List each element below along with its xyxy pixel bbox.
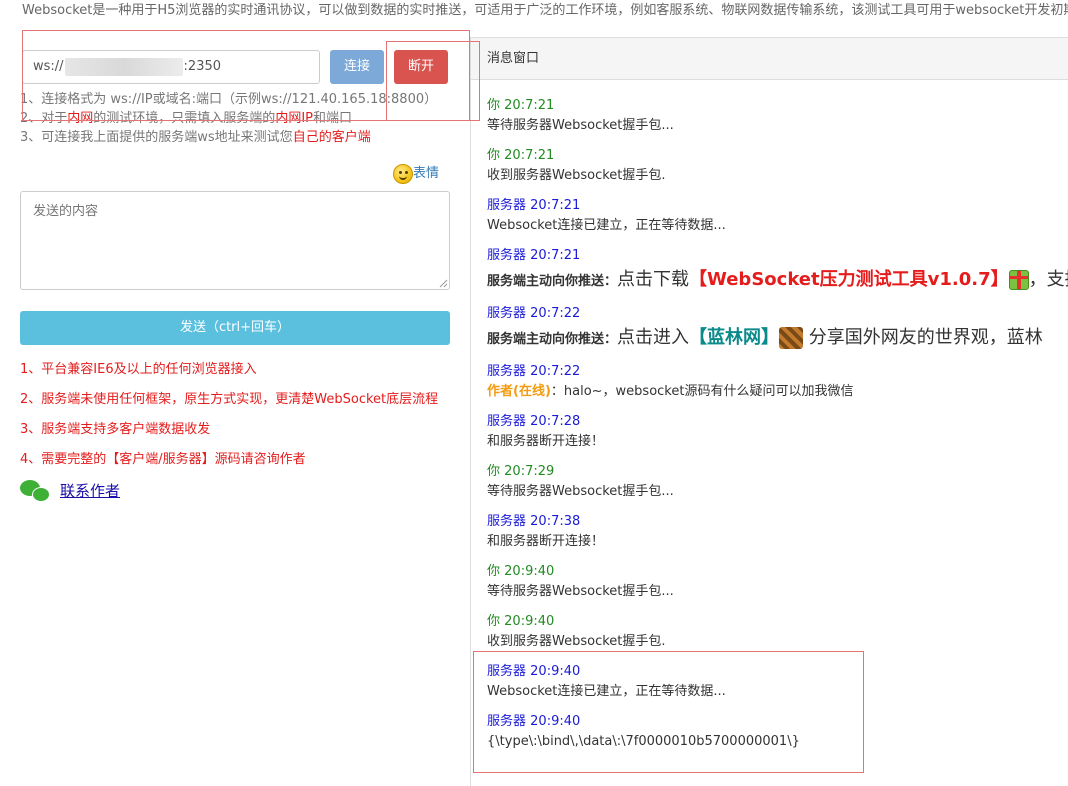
feature-item: 1、平台兼容IE6及以上的任何浏览器接入 bbox=[20, 362, 257, 377]
message-item: 服务器 20:7:38 和服务器断开连接！ bbox=[487, 514, 605, 549]
url-suffix: :2350 bbox=[183, 59, 222, 74]
message-item: 服务器 20:9:40 {\type\:\bind\,\data\:\7f000… bbox=[487, 714, 800, 749]
top-description: Websocket是一种用于H5浏览器的实时通讯协议，可以做到数据的实时推送，可… bbox=[22, 3, 1068, 18]
contact-author-link[interactable]: 联系作者 bbox=[60, 480, 120, 501]
usage-tips: 1、连接格式为 ws://IP或域名:端口（示例ws://121.40.165.… bbox=[20, 90, 437, 147]
resize-grip-icon[interactable] bbox=[438, 278, 448, 288]
connect-button[interactable]: 连接 bbox=[330, 50, 384, 84]
message-item: 服务器 20:7:22 服务端主动向你推送：点击进入【蓝林网】 分享国外网友的世… bbox=[487, 306, 1043, 349]
forum-icon bbox=[779, 327, 804, 349]
message-item: 你 20:9:40 等待服务器Websocket握手包... bbox=[487, 564, 674, 599]
feature-item: 2、服务端未使用任何框架，原生方式实现，更清楚WebSocket底层流程 bbox=[20, 392, 439, 407]
emoji-label: 表情 bbox=[413, 166, 440, 181]
message-input[interactable] bbox=[20, 191, 450, 290]
message-item: 服务器 20:7:22 作者(在线)：halo~，websocket源码有什么疑… bbox=[487, 364, 854, 399]
message-item: 服务器 20:9:40 Websocket连接已建立，正在等待数据... bbox=[487, 664, 726, 699]
send-button[interactable]: 发送（ctrl+回车） bbox=[20, 311, 450, 345]
tip-line-3: 3、可连接我上面提供的服务端ws地址来测试您自己的客户端 bbox=[20, 130, 371, 145]
feature-item: 3、服务端支持多客户端数据收发 bbox=[20, 422, 211, 437]
redacted-ip-mask bbox=[64, 57, 183, 76]
download-tool-link[interactable]: 【WebSocket压力测试工具v1.0.7】 bbox=[689, 269, 1009, 290]
message-window-title: 消息窗口 bbox=[471, 38, 1068, 80]
feature-list: 1、平台兼容IE6及以上的任何浏览器接入 2、服务端未使用任何框架，原生方式实现… bbox=[20, 360, 438, 480]
message-item: 服务器 20:7:21 服务端主动向你推送：点击下载【WebSocket压力测试… bbox=[487, 248, 1068, 290]
tip-line-2: 2、对于内网的测试环境，只需填入服务端的内网IP和端口 bbox=[20, 111, 353, 126]
message-item: 你 20:7:21 收到服务器Websocket握手包. bbox=[487, 148, 666, 183]
wechat-icon bbox=[20, 478, 52, 504]
ws-url-input[interactable]: ws:// :2350 bbox=[22, 50, 320, 84]
message-window: 消息窗口 你 20:7:21 等待服务器Websocket握手包... 你 20… bbox=[470, 37, 1068, 786]
gift-icon bbox=[1008, 270, 1029, 290]
message-item: 服务器 20:7:21 Websocket连接已建立，正在等待数据... bbox=[487, 198, 726, 233]
message-item: 你 20:7:29 等待服务器Websocket握手包... bbox=[487, 464, 674, 499]
message-item: 你 20:9:40 收到服务器Websocket握手包. bbox=[487, 614, 666, 649]
url-prefix: ws:// bbox=[33, 59, 64, 74]
lanlin-link[interactable]: 【蓝林网】 bbox=[689, 327, 779, 348]
disconnect-button[interactable]: 断开 bbox=[394, 50, 448, 84]
emoji-button[interactable]: 表情 bbox=[393, 163, 439, 185]
message-item: 你 20:7:21 等待服务器Websocket握手包... bbox=[487, 98, 674, 133]
feature-item: 4、需要完整的【客户端/服务器】源码请咨询作者 bbox=[20, 452, 306, 467]
tip-line-1: 1、连接格式为 ws://IP或域名:端口（示例ws://121.40.165.… bbox=[20, 92, 438, 107]
message-item: 服务器 20:7:28 和服务器断开连接！ bbox=[487, 414, 605, 449]
message-list: 你 20:7:21 等待服务器Websocket握手包... 你 20:7:21… bbox=[471, 80, 1068, 762]
smiley-icon bbox=[393, 164, 413, 184]
